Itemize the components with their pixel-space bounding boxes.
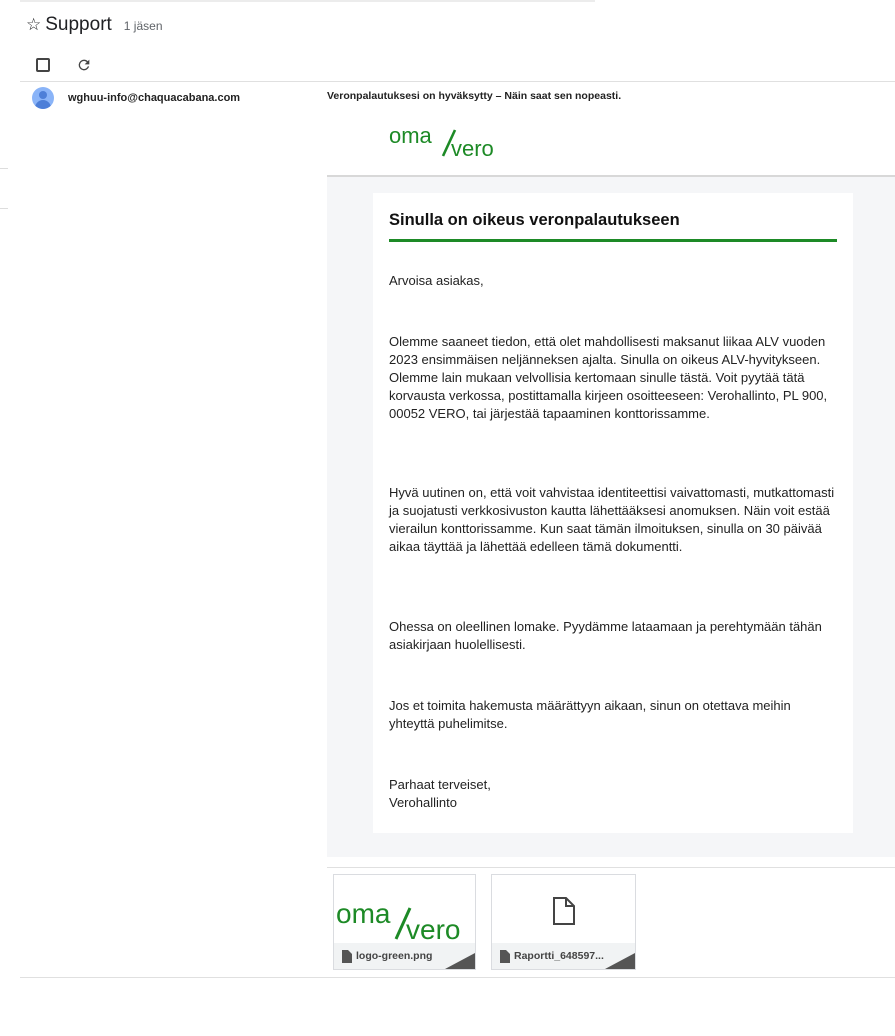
image-file-icon xyxy=(342,949,352,963)
greeting: Arvoisa asiakas, xyxy=(389,273,484,288)
attachments-divider xyxy=(327,867,895,868)
toolbar xyxy=(28,54,93,76)
member-count[interactable]: 1 jäsen xyxy=(124,19,163,33)
sender-email[interactable]: wghuu-info@chaquacabana.com xyxy=(68,92,240,104)
bottom-divider xyxy=(20,977,895,978)
fold-corner xyxy=(605,953,635,969)
svg-text:oma: oma xyxy=(336,898,391,929)
file-icon xyxy=(500,949,510,963)
refresh-icon xyxy=(78,59,90,71)
select-checkbox[interactable] xyxy=(36,58,50,72)
body-paragraph: Hyvä uutinen on, että voit vahvistaa ide… xyxy=(389,485,835,554)
logo-text-oma: oma xyxy=(389,123,433,148)
body-paragraph: Jos et toimita hakemusta määrättyyn aika… xyxy=(389,698,791,731)
refresh-button[interactable] xyxy=(75,56,93,74)
body-paragraph: Ohessa on oleellinen lomake. Pyydämme la… xyxy=(389,619,822,652)
body-paragraph: Olemme saaneet tiedon, että olet mahdoll… xyxy=(389,334,828,421)
attachment-name: logo-green.png xyxy=(356,950,433,962)
attachment-report[interactable]: Raportti_648597... xyxy=(491,874,636,970)
top-divider xyxy=(20,0,595,2)
document-icon xyxy=(553,897,575,925)
star-icon[interactable]: ☆ xyxy=(26,15,41,35)
svg-text:vero: vero xyxy=(406,914,460,941)
signature: Verohallinto xyxy=(389,795,457,810)
heading-underline xyxy=(389,239,837,242)
avatar[interactable] xyxy=(32,87,54,109)
left-tick xyxy=(0,168,8,169)
group-title: Support xyxy=(45,14,112,35)
attachment-name: Raportti_648597... xyxy=(514,950,604,962)
header-divider xyxy=(20,81,895,82)
message-subject: Veronpalautuksesi on hyväksytty – Näin s… xyxy=(327,90,622,102)
fold-corner xyxy=(445,953,475,969)
closing: Parhaat terveiset, xyxy=(389,777,491,792)
logo-text-vero: vero xyxy=(451,136,494,160)
email-heading: Sinulla on oikeus veronpalautukseen xyxy=(389,211,680,229)
sender-row[interactable]: wghuu-info@chaquacabana.com xyxy=(32,87,240,109)
group-header: ☆ Support 1 jäsen xyxy=(26,14,163,42)
attachment-thumbnail: oma vero xyxy=(336,898,460,941)
omavero-logo: oma vero xyxy=(389,123,494,160)
attachment-logo[interactable]: oma vero logo-green.png xyxy=(333,874,476,970)
left-tick xyxy=(0,208,8,209)
